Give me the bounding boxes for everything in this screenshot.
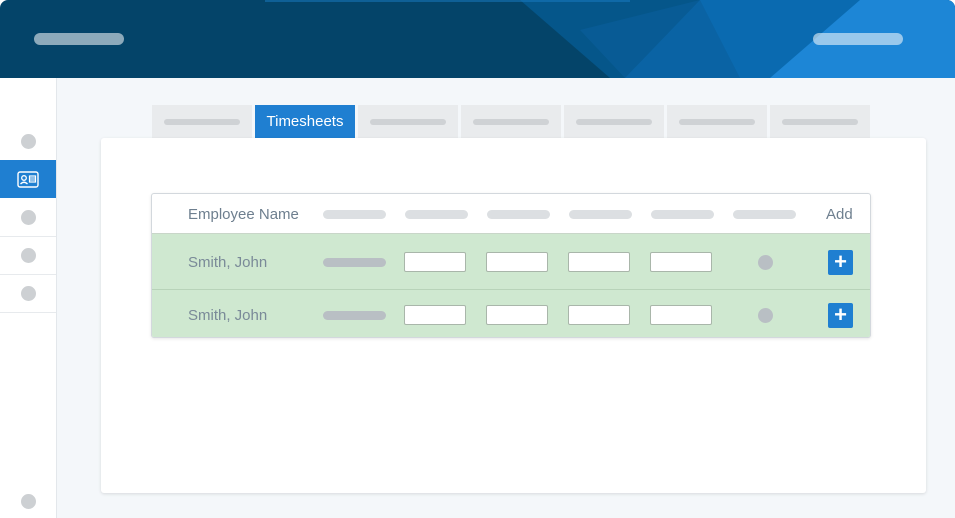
value-placeholder (323, 311, 386, 320)
table-header: Employee Name Add (152, 194, 870, 234)
status-dot-icon (758, 308, 773, 323)
tab-label-placeholder (370, 118, 446, 125)
tab-7[interactable] (770, 105, 870, 138)
time-input[interactable] (404, 252, 466, 272)
sidebar (0, 78, 57, 518)
column-header-add: Add (826, 206, 853, 223)
sidebar-dot-icon (20, 493, 36, 509)
time-input[interactable] (404, 305, 466, 325)
tab-label-placeholder (473, 118, 549, 125)
sidebar-item-5[interactable] (0, 275, 56, 313)
tab-label-placeholder (164, 118, 240, 125)
tab-label: Timesheets (266, 113, 344, 130)
tab-3[interactable] (358, 105, 458, 138)
tab-1[interactable] (152, 105, 252, 138)
header-title-placeholder (34, 33, 124, 45)
table-row: Smith, John + (152, 290, 870, 337)
id-card-icon (17, 170, 39, 188)
time-input[interactable] (568, 305, 630, 325)
employee-name-cell: Smith, John (188, 307, 268, 324)
tab-5[interactable] (564, 105, 664, 138)
value-placeholder (323, 258, 386, 267)
sidebar-item-4[interactable] (0, 237, 56, 275)
sidebar-dot-icon (20, 248, 36, 263)
add-button[interactable]: + (828, 303, 853, 328)
tab-label-placeholder (576, 118, 652, 125)
column-header-placeholder (733, 210, 796, 219)
status-dot-icon (758, 255, 773, 270)
sidebar-item-timesheets[interactable] (0, 160, 56, 198)
sidebar-item-3[interactable] (0, 199, 56, 237)
tab-6[interactable] (667, 105, 767, 138)
tab-label-placeholder (782, 118, 858, 125)
app-window: Timesheets Employee Name Add Smith, John (0, 0, 955, 518)
tab-label-placeholder (679, 118, 755, 125)
sidebar-dot-icon (20, 286, 36, 301)
tab-timesheets[interactable]: Timesheets (255, 105, 355, 138)
time-input[interactable] (486, 305, 548, 325)
column-header-placeholder (405, 210, 468, 219)
employee-name-cell: Smith, John (188, 254, 268, 271)
time-input[interactable] (486, 252, 548, 272)
sidebar-item-1[interactable] (0, 122, 56, 160)
table-row: Smith, John + (152, 234, 870, 290)
sidebar-dot-icon (20, 133, 36, 149)
column-header-placeholder (487, 210, 550, 219)
time-input[interactable] (650, 252, 712, 272)
tab-4[interactable] (461, 105, 561, 138)
top-header (0, 0, 955, 78)
column-header-placeholder (569, 210, 632, 219)
column-header-placeholder (651, 210, 714, 219)
time-input[interactable] (650, 305, 712, 325)
column-header-placeholder (323, 210, 386, 219)
sidebar-item-bottom[interactable] (0, 482, 56, 518)
sidebar-dot-icon (20, 210, 36, 225)
timesheet-table: Employee Name Add Smith, John + Smith, J… (151, 193, 871, 338)
column-header-employee-name: Employee Name (188, 206, 299, 223)
header-user-placeholder[interactable] (813, 33, 903, 45)
add-button[interactable]: + (828, 250, 853, 275)
time-input[interactable] (568, 252, 630, 272)
header-decoration (265, 0, 955, 78)
